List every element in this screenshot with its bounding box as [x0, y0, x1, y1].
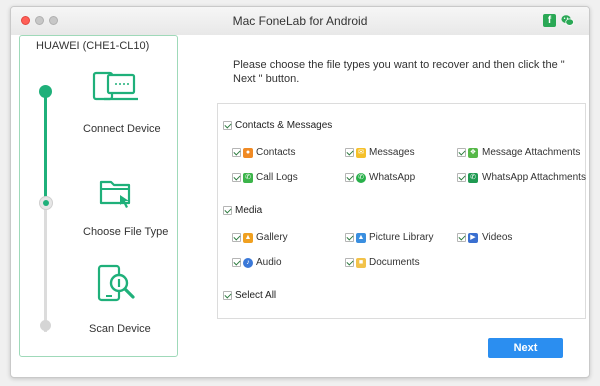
checkbox-messages[interactable] — [345, 148, 354, 157]
wechat-icon[interactable] — [561, 14, 574, 27]
window-title: Mac FoneLab for Android — [232, 14, 368, 28]
checkbox-contacts-messages[interactable] — [223, 121, 232, 130]
checkbox-message-attachments[interactable] — [457, 148, 466, 157]
checkbox-select-all[interactable] — [223, 291, 232, 300]
step-indicator-choose — [39, 196, 53, 210]
item-label-whatsapp: WhatsApp — [369, 172, 416, 183]
checkbox-contacts[interactable] — [232, 148, 241, 157]
checkbox-audio[interactable] — [232, 258, 241, 267]
instruction-text: Please choose the file types you want to… — [233, 59, 565, 85]
checkbox-media[interactable] — [223, 206, 232, 215]
scan-device-icon — [97, 264, 135, 302]
checkbox-videos[interactable] — [457, 233, 466, 242]
checkbox-gallery[interactable] — [232, 233, 241, 242]
device-name: HUAWEI (CHE1-CL10) — [36, 40, 150, 52]
item-label-audio: Audio — [256, 257, 282, 268]
select-all-label: Select All — [235, 290, 277, 301]
progress-track-fill — [44, 91, 47, 201]
videos-icon: ▶ — [468, 233, 478, 243]
documents-icon: ■ — [356, 258, 366, 268]
item-label-contacts: Contacts — [256, 147, 296, 158]
message-attachments-icon: ❖ — [468, 148, 478, 158]
category-label-contacts-messages: Contacts & Messages — [235, 120, 333, 131]
item-label-picture-library: Picture Library — [369, 232, 434, 243]
item-label-whatsapp-attachments: WhatsApp Attachments — [482, 172, 586, 183]
connect-device-icon — [92, 71, 138, 101]
step-indicator-connect — [39, 85, 52, 98]
facebook-icon[interactable]: f — [543, 14, 556, 27]
checkbox-whatsapp-attachments[interactable] — [457, 173, 466, 182]
step-label-connect: Connect Device — [83, 123, 161, 135]
checkbox-call-logs[interactable] — [232, 173, 241, 182]
picture-library-icon: ▲ — [356, 233, 366, 243]
messages-icon: ✉ — [356, 148, 366, 158]
choose-file-type-icon — [99, 180, 131, 208]
item-label-gallery: Gallery — [256, 232, 288, 243]
checkbox-whatsapp[interactable] — [345, 173, 354, 182]
contacts-icon: ● — [243, 148, 253, 158]
title-bar: Mac FoneLab for Android f — [11, 7, 589, 35]
progress-sidebar: HUAWEI (CHE1-CL10) Connect Device Choose… — [19, 35, 178, 357]
step-indicator-scan — [40, 320, 51, 331]
item-label-message-attachments: Message Attachments — [482, 147, 581, 158]
gallery-icon: ▲ — [243, 233, 253, 243]
audio-icon: ♪ — [243, 258, 253, 268]
step-label-scan: Scan Device — [89, 323, 151, 335]
item-label-messages: Messages — [369, 147, 415, 158]
next-button[interactable]: Next — [488, 338, 563, 358]
whatsapp-attachments-icon: ✆ — [468, 173, 478, 183]
step-label-choose: Choose File Type — [83, 226, 169, 238]
whatsapp-icon: ✆ — [356, 173, 366, 183]
item-label-documents: Documents — [369, 257, 420, 268]
item-label-videos: Videos — [482, 232, 513, 243]
item-label-call-logs: Call Logs — [256, 172, 298, 183]
call-logs-icon: ✆ — [243, 173, 253, 183]
checkbox-picture-library[interactable] — [345, 233, 354, 242]
checkbox-documents[interactable] — [345, 258, 354, 267]
category-label-media: Media — [235, 205, 263, 216]
